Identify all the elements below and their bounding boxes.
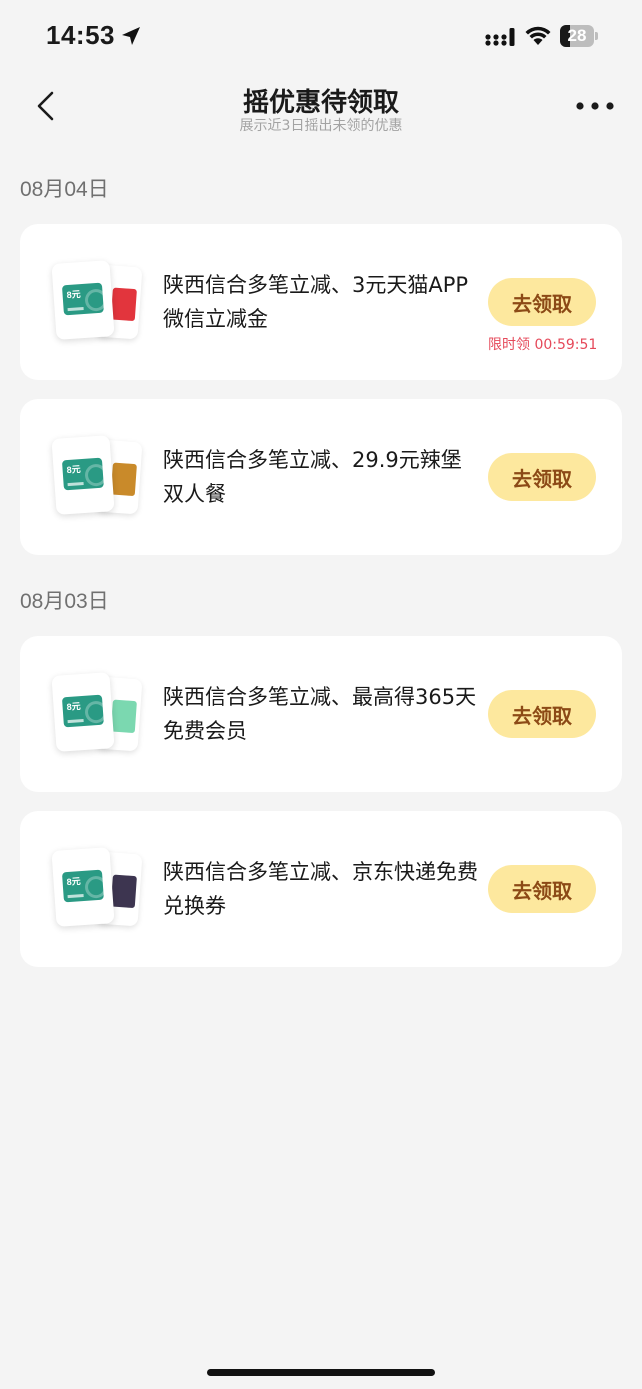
coupon-thumbnail: 8元 <box>51 435 144 519</box>
coupon-title: 陕西信合多笔立减、京东快递免费兑换券 <box>163 860 478 918</box>
coupon-title: 陕西信合多笔立减、最高得365天免费会员 <box>163 685 477 743</box>
claim-button[interactable]: 去领取 <box>488 453 596 501</box>
countdown-timer: 限时领 00:59:51 <box>488 337 598 353</box>
bank-card-image: 8元 <box>61 457 104 491</box>
wifi-icon <box>525 26 551 45</box>
coupon-title: 陕西信合多笔立减、29.9元辣堡双人餐 <box>163 448 462 506</box>
battery-level: 28 <box>567 26 587 45</box>
bank-card-image: 8元 <box>61 282 104 316</box>
coupon-thumbnail: 8元 <box>51 260 144 344</box>
coupon-card: 8元 陕西信合多笔立减、最高得365天免费会员 去领取 <box>20 636 622 792</box>
claim-button[interactable]: 去领取 <box>488 278 596 326</box>
coupon-thumbnail: 8元 <box>51 672 144 756</box>
coupon-card: 8元 陕西信合多笔立减、3元天猫APP微信立减金 去领取 限时领 00:59:5… <box>20 224 622 380</box>
more-button[interactable] <box>572 94 618 118</box>
coupon-card: 8元 陕西信合多笔立减、29.9元辣堡双人餐 去领取 <box>20 399 622 555</box>
coupon-card: 8元 陕西信合多笔立减、京东快递免费兑换券 去领取 <box>20 811 622 967</box>
location-arrow-icon <box>122 27 140 45</box>
bank-card-image: 8元 <box>61 869 104 903</box>
status-bar: 14:53 28 <box>0 0 642 70</box>
coupon-title: 陕西信合多笔立减、3元天猫APP微信立减金 <box>163 273 469 331</box>
battery-indicator: 28 <box>560 25 598 47</box>
nav-bar: 摇优惠待领取 展示近3日摇出未领的优惠 <box>0 70 642 150</box>
bank-card-image: 8元 <box>61 694 104 728</box>
date-label: 08月03日 <box>20 590 109 613</box>
page-subtitle: 展示近3日摇出未领的优惠 <box>239 118 403 134</box>
status-time: 14:53 <box>46 20 115 50</box>
coupon-thumbnail: 8元 <box>51 847 144 931</box>
more-dots-icon <box>576 102 614 110</box>
claim-button[interactable]: 去领取 <box>488 690 596 738</box>
home-indicator[interactable] <box>207 1369 435 1376</box>
claim-button[interactable]: 去领取 <box>488 865 596 913</box>
page-title: 摇优惠待领取 <box>242 88 399 118</box>
date-label: 08月04日 <box>20 178 109 201</box>
cellular-signal-icon <box>485 28 515 46</box>
